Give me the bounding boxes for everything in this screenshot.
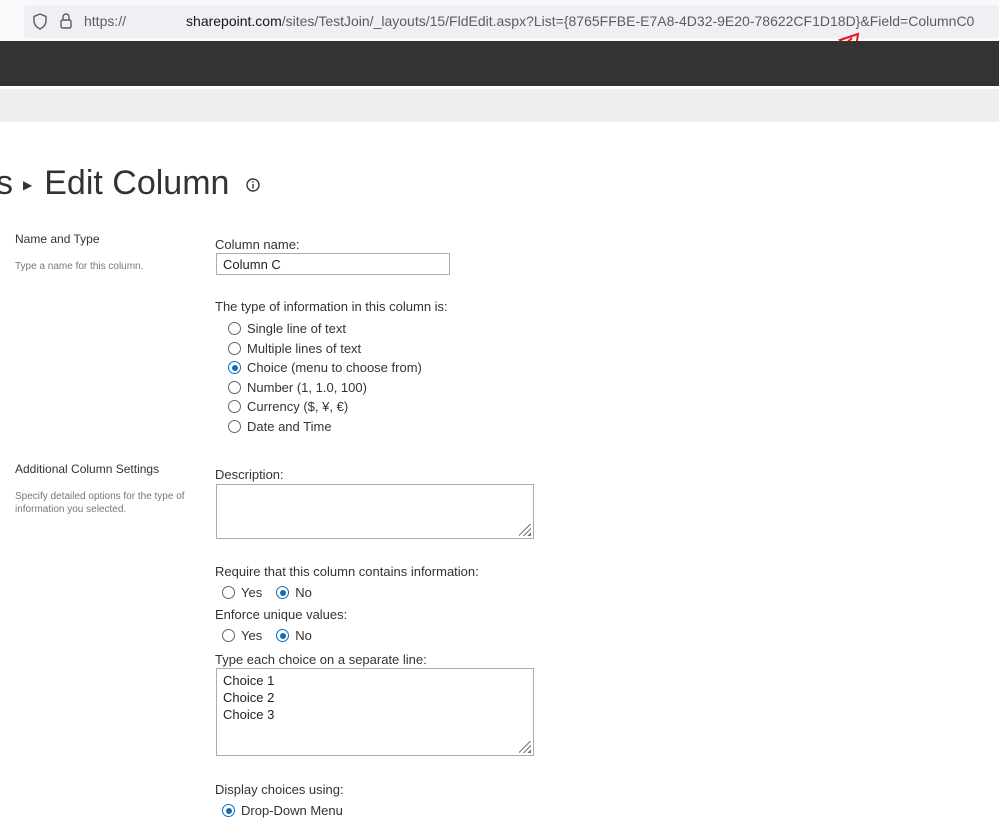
enforce-label: Enforce unique values: [215, 607, 348, 622]
display-dropdown-radio[interactable]: Drop-Down Menu [222, 801, 343, 820]
breadcrumb-previous[interactable]: s [0, 164, 13, 202]
require-radio-group: Yes No [222, 583, 312, 602]
radio-selected-icon [276, 586, 290, 599]
enforce-radio-group: Yes No [222, 626, 312, 645]
type-radio-1[interactable]: Multiple lines of text [228, 339, 422, 358]
type-radio-0[interactable]: Single line of text [228, 319, 422, 338]
type-radio-5[interactable]: Date and Time [228, 417, 422, 436]
radio-icon [228, 400, 241, 413]
enforce-yes-radio[interactable]: Yes [222, 626, 262, 645]
require-label: Require that this column contains inform… [215, 564, 479, 579]
section-title-additional: Additional Column Settings [15, 462, 160, 476]
radio-icon [228, 341, 241, 355]
column-name-input[interactable] [216, 253, 450, 275]
radio-label: Number (1, 1.0, 100) [247, 379, 367, 395]
radio-selected-icon [228, 361, 241, 374]
radio-label: Yes [241, 628, 263, 643]
radio-label: No [295, 585, 312, 600]
type-radio-2[interactable]: Choice (menu to choose from) [228, 358, 422, 377]
url-scheme: https:// [84, 13, 127, 29]
radio-label: Drop-Down Menu [241, 803, 343, 818]
radio-selected-icon [276, 629, 290, 642]
radio-label: Date and Time [247, 418, 332, 434]
info-icon[interactable] [245, 177, 261, 193]
type-label: The type of information in this column i… [215, 299, 448, 314]
radio-selected-icon [222, 804, 235, 817]
url-host: sharepoint.com [186, 13, 282, 29]
radio-icon [228, 419, 241, 433]
ribbon-bar [0, 89, 999, 122]
section-title-name-type: Name and Type [15, 232, 100, 246]
type-radio-4[interactable]: Currency ($, ¥, €) [228, 397, 422, 416]
require-no-radio[interactable]: No [276, 583, 312, 602]
radio-icon [222, 629, 235, 642]
radio-icon [228, 380, 241, 394]
breadcrumb-separator-icon: ▶ [23, 178, 33, 193]
suite-bar [0, 41, 999, 86]
url-path: /sites/TestJoin/_layouts/15/FldEdit.aspx… [281, 13, 975, 29]
section-desc-name-type: Type a name for this column. [15, 261, 144, 272]
page-title: s ▶ Edit Column [0, 164, 261, 203]
type-radio-3[interactable]: Number (1, 1.0, 100) [228, 378, 422, 397]
lock-icon [60, 13, 72, 29]
type-radio-group: Single line of text Multiple lines of tex… [228, 319, 422, 436]
enforce-no-radio[interactable]: No [276, 626, 312, 645]
radio-label: Single line of text [247, 321, 347, 336]
description-label: Description: [215, 467, 284, 482]
resize-grip-icon[interactable] [519, 524, 531, 536]
radio-label: Multiple lines of text [247, 340, 362, 356]
shield-icon [33, 13, 47, 30]
choices-label: Type each choice on a separate line: [215, 652, 427, 667]
url-text[interactable]: https:// sharepoint.com/sites/TestJoin/_l… [84, 13, 974, 29]
radio-icon [228, 322, 241, 335]
radio-label: Currency ($, ¥, €) [247, 399, 349, 414]
resize-grip-icon[interactable] [519, 741, 531, 753]
description-textarea[interactable] [216, 484, 534, 539]
radio-label: No [295, 628, 312, 643]
page-title-text: Edit Column [44, 164, 230, 202]
radio-icon [222, 586, 235, 599]
choices-textarea[interactable]: Choice 1 Choice 2 Choice 3 [216, 668, 534, 756]
column-name-label: Column name: [215, 237, 300, 252]
radio-label: Yes [241, 585, 263, 600]
radio-label: Choice (menu to choose from) [247, 360, 422, 375]
require-yes-radio[interactable]: Yes [222, 583, 262, 602]
section-desc-additional: Specify detailed options for the type of… [15, 491, 185, 515]
display-choices-label: Display choices using: [215, 782, 344, 797]
choices-value: Choice 1 Choice 2 Choice 3 [223, 673, 275, 722]
